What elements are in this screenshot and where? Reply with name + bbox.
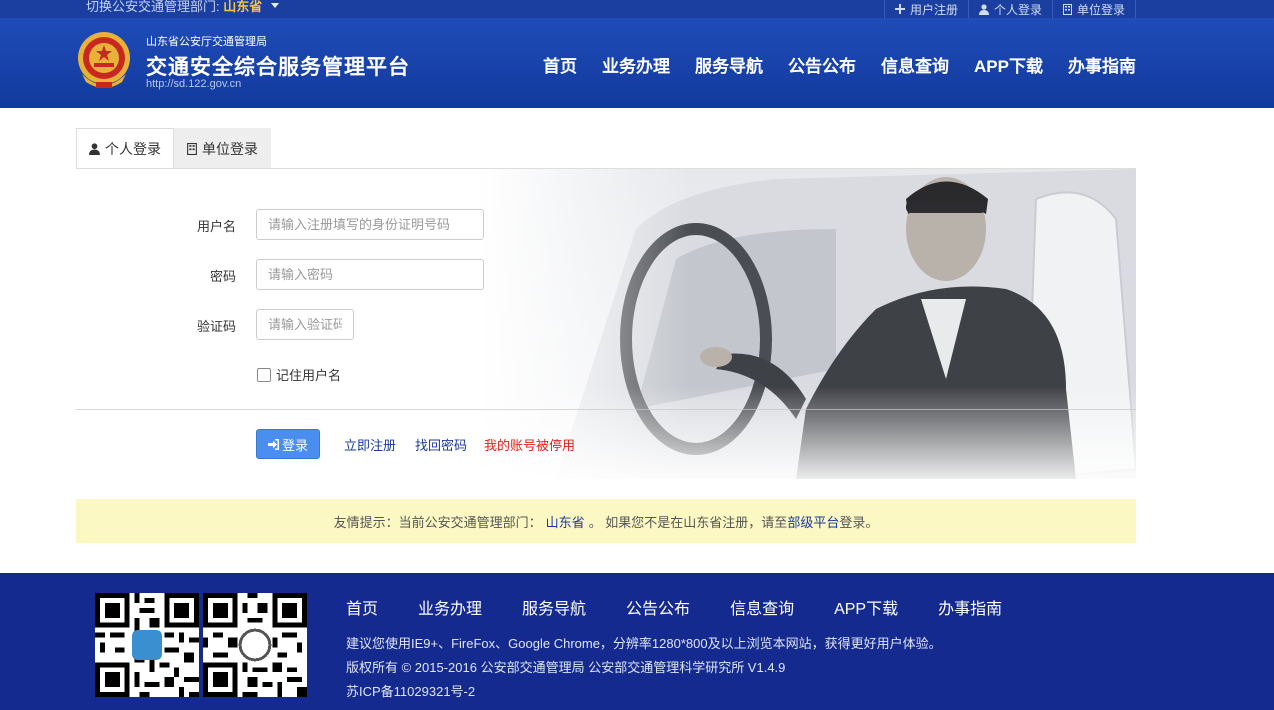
account-suspended-link[interactable]: 我的账号被停用 [484, 435, 575, 454]
register-link[interactable]: 用户注册 [883, 0, 968, 18]
footer-nav-guide[interactable]: 办事指南 [938, 595, 1002, 619]
user-icon [978, 3, 989, 15]
nav-business[interactable]: 业务办理 [602, 52, 670, 77]
nav-guide[interactable]: 办事指南 [1068, 52, 1136, 77]
qr-code-wechat-icon [95, 593, 199, 697]
footer-nav-business[interactable]: 业务办理 [418, 595, 482, 619]
login-panel: 用户名 密码 验证码 记住用户名 登录 立即注册 找回密码 我的账号被停用 [76, 169, 1136, 479]
tab-company-login[interactable]: 单位登录 [174, 128, 271, 169]
remember-label: 记住用户名 [276, 368, 342, 383]
nav-service-guide[interactable]: 服务导航 [695, 52, 763, 77]
login-tabs: 个人登录 单位登录 [76, 128, 271, 170]
site-url: http://sd.122.gov.cn [146, 78, 242, 90]
plus-icon [894, 4, 905, 14]
tab-personal-login[interactable]: 个人登录 [76, 128, 174, 170]
switch-prefix: 切换公安交通管理部门: [86, 0, 220, 14]
police-emblem-icon[interactable] [76, 30, 132, 92]
captcha-label: 验证码 [196, 319, 236, 334]
top-bar: 切换公安交通管理部门: 山东省 用户注册 个人登录 单位登录 [0, 0, 1274, 18]
nav-announcements[interactable]: 公告公布 [788, 52, 856, 77]
footer-nav: 首页 业务办理 服务导航 公告公布 信息查询 APP下载 办事指南 [346, 595, 1042, 619]
form-divider [76, 409, 1136, 410]
ministry-platform-link[interactable]: 部级平台 [787, 512, 839, 531]
footer-nav-info-query[interactable]: 信息查询 [730, 595, 794, 619]
nav-app-download[interactable]: APP下载 [974, 52, 1043, 77]
username-input[interactable] [256, 209, 484, 240]
site-footer: 首页 业务办理 服务导航 公告公布 信息查询 APP下载 办事指南 建议您使用I… [0, 573, 1274, 710]
notice-middle: 。 如果您不是在山东省注册，请至 [588, 514, 788, 530]
password-label: 密码 [209, 269, 236, 284]
building-icon [1062, 3, 1072, 15]
organization-name: 山东省公安厅交通管理局 [146, 36, 267, 48]
notice-province: 山东省 [545, 514, 585, 530]
company-login-link[interactable]: 单位登录 [1051, 0, 1136, 18]
captcha-input[interactable] [256, 309, 354, 340]
main-nav: 首页 业务办理 服务导航 公告公布 信息查询 APP下载 办事指南 [518, 52, 1136, 77]
building-icon [187, 142, 197, 155]
site-header: 山东省公安厅交通管理局 交通安全综合服务管理平台 http://sd.122.g… [0, 18, 1274, 108]
password-input[interactable] [256, 259, 484, 290]
username-label: 用户名 [196, 219, 236, 234]
register-now-link[interactable]: 立即注册 [344, 435, 396, 454]
sign-in-icon [267, 438, 279, 450]
remember-checkbox[interactable] [257, 367, 271, 382]
recover-password-link[interactable]: 找回密码 [415, 435, 467, 454]
notice-suffix: 登录。 [839, 514, 879, 530]
login-button[interactable]: 登录 [256, 429, 320, 459]
footer-nav-app-download[interactable]: APP下载 [834, 595, 898, 619]
footer-nav-home[interactable]: 首页 [346, 595, 378, 619]
notice-banner: 友情提示：当前公安交通管理部门： 山东省 。 如果您不是在山东省注册，请至 部级… [76, 499, 1136, 543]
footer-nav-announcements[interactable]: 公告公布 [626, 595, 690, 619]
remember-username[interactable]: 记住用户名 [257, 365, 341, 384]
user-icon [89, 143, 100, 155]
nav-home[interactable]: 首页 [543, 52, 577, 77]
account-links: 用户注册 个人登录 单位登录 [883, 0, 1136, 18]
caret-down-icon[interactable] [270, 3, 279, 8]
browser-tip: 建议您使用IE9+、FireFox、Google Chrome，分辨率1280*… [346, 636, 942, 651]
department-switcher[interactable]: 切换公安交通管理部门: 山东省 [86, 0, 279, 18]
footer-nav-service-guide[interactable]: 服务导航 [522, 595, 586, 619]
nav-info-query[interactable]: 信息查询 [881, 52, 949, 77]
icp-record[interactable]: 苏ICP备11029321号-2 [346, 681, 475, 700]
qr-code-app-icon [203, 593, 307, 697]
site-title[interactable]: 交通安全综合服务管理平台 [146, 51, 410, 81]
current-province[interactable]: 山东省 [223, 0, 262, 14]
notice-prefix: 友情提示：当前公安交通管理部门： [333, 514, 542, 530]
copyright: 版权所有 © 2015-2016 公安部交通管理局 公安部交通管理科学研究所 V… [346, 660, 786, 675]
personal-login-link[interactable]: 个人登录 [967, 0, 1052, 18]
